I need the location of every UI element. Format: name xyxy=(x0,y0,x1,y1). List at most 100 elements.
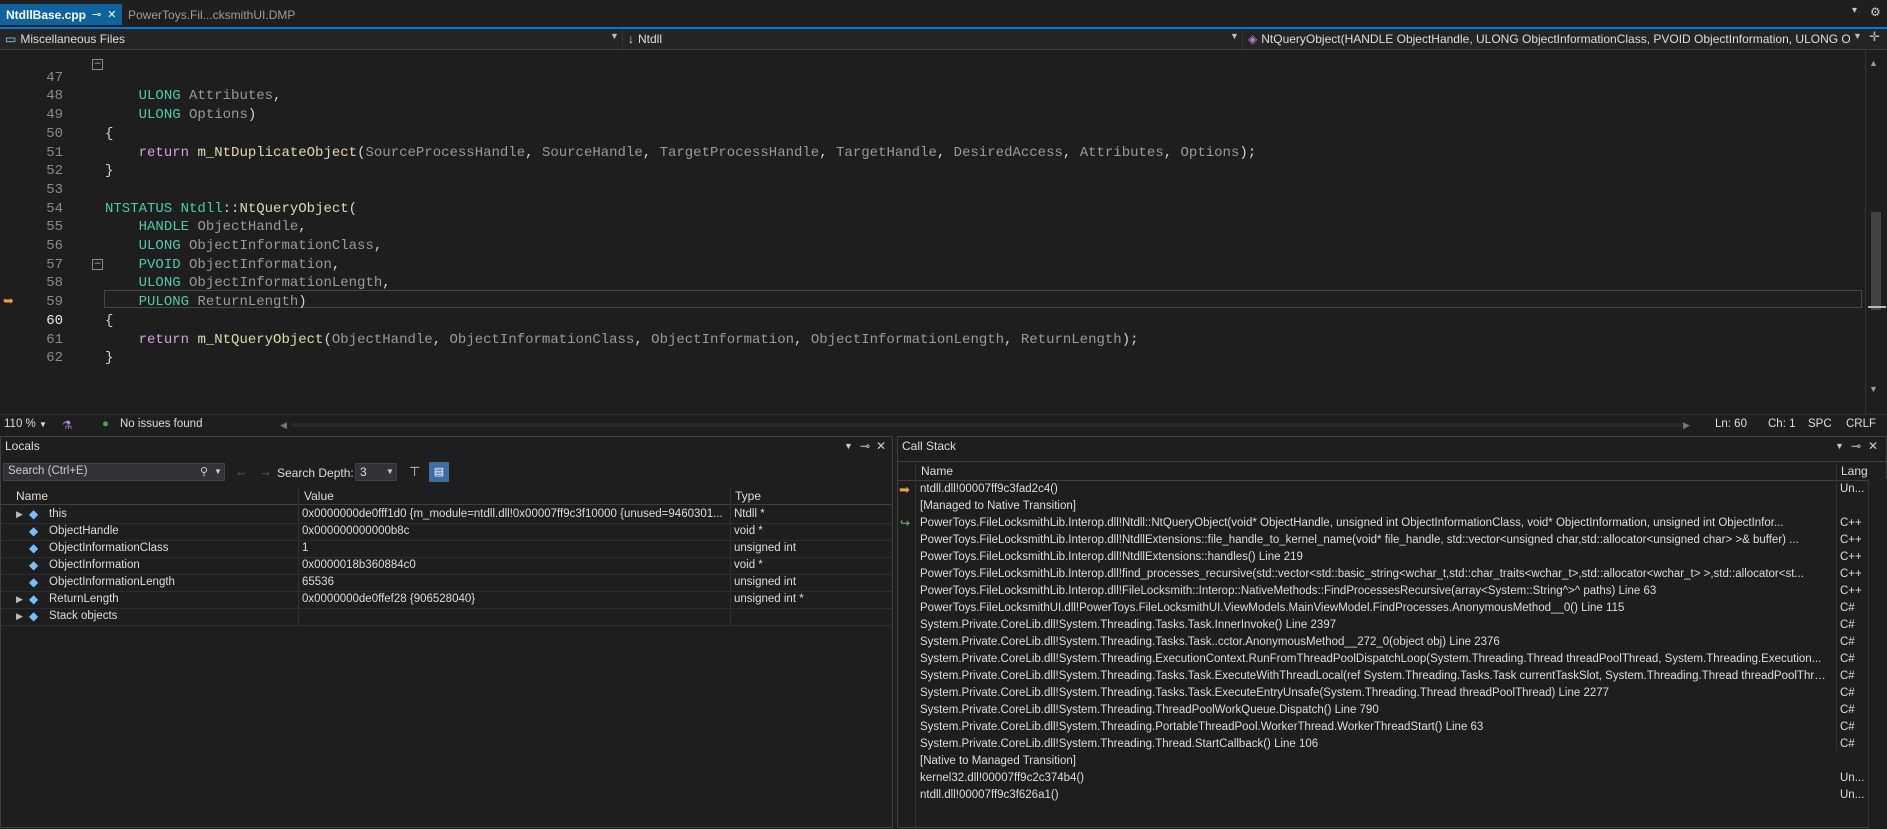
search-icon[interactable]: ⚲ xyxy=(200,465,208,478)
call-stack-frame[interactable]: [Native to Managed Transition] xyxy=(898,753,1868,770)
editor-vertical-scrollbar[interactable]: ▲ ▼ xyxy=(1865,50,1887,414)
call-stack-frame[interactable]: System.Private.CoreLib.dll!System.Thread… xyxy=(898,702,1868,719)
call-stack-frame[interactable]: kernel32.dll!00007ff9c2c374b4() Un... xyxy=(898,770,1868,787)
call-stack-frame[interactable]: System.Private.CoreLib.dll!System.Thread… xyxy=(898,668,1868,685)
search-depth-value: 3 xyxy=(360,465,367,479)
issues-status[interactable]: No issues found xyxy=(120,418,202,430)
project-dropdown[interactable]: ▭ Miscellaneous Files xyxy=(5,30,615,47)
pin-icon[interactable]: ⊸ xyxy=(1851,439,1861,453)
member-dropdown[interactable]: ◈ NtQueryObject(HANDLE ObjectHandle, ULO… xyxy=(1248,30,1850,47)
expand-arrow-icon[interactable]: ▶ xyxy=(16,506,23,523)
editor-horizontal-scrollbar[interactable] xyxy=(292,423,1682,427)
local-value[interactable]: 0x0000018b360884c0 xyxy=(302,557,727,574)
pin-icon[interactable]: ⊸ xyxy=(860,439,870,453)
pin-to-source-icon[interactable]: ⊤ xyxy=(409,464,420,480)
scroll-down-icon[interactable]: ▼ xyxy=(1869,384,1878,394)
scroll-up-icon[interactable]: ▲ xyxy=(1869,58,1878,68)
frame-language: C++ xyxy=(1840,568,1862,580)
window-menu-icon[interactable]: ▼ xyxy=(844,441,853,451)
local-value[interactable]: 0x0000000de0ffef28 {906528040} xyxy=(302,591,727,608)
locals-row[interactable]: ◆ ObjectInformationClass 1 unsigned int xyxy=(1,540,892,558)
call-stack-frame[interactable]: [Managed to Native Transition] xyxy=(898,498,1868,515)
zoom-dropdown[interactable]: 110 % ▼ xyxy=(4,418,47,430)
collapse-icon[interactable]: − xyxy=(92,59,103,70)
window-menu-icon[interactable]: ▼ xyxy=(1835,441,1844,451)
scroll-left-icon[interactable]: ◀ xyxy=(280,420,287,431)
chevron-down-icon[interactable]: ▼ xyxy=(610,31,619,41)
locals-row[interactable]: ◆ ObjectInformationLength 65536 unsigned in… xyxy=(1,574,892,592)
pin-icon[interactable]: ⊸ xyxy=(92,8,101,21)
tab-ntdllbase[interactable]: NtdllBase.cpp ⊸ ✕ xyxy=(0,4,123,25)
call-stack-frame[interactable]: PowerToys.FileLocksmithLib.Interop.dll!F… xyxy=(898,583,1868,600)
expand-arrow-icon[interactable]: ▶ xyxy=(16,591,23,608)
whitespace-indicator[interactable]: SPC xyxy=(1808,418,1832,430)
search-input[interactable]: Search (Ctrl+E) xyxy=(8,465,88,477)
close-icon[interactable]: ✕ xyxy=(1868,439,1878,453)
search-depth-dropdown[interactable]: 3 ▼ xyxy=(355,463,397,481)
code-line: 58 PULONG ReturnLength) xyxy=(0,256,1860,310)
call-stack-frame[interactable]: ➡ ntdll.dll!00007ff9c3fad2c4() Un... xyxy=(898,481,1868,498)
intellicode-icon[interactable]: ⚗ xyxy=(62,418,72,432)
line-number: 62 xyxy=(46,350,63,367)
scrollbar-thumb[interactable] xyxy=(1871,212,1881,310)
frame-language: C# xyxy=(1840,670,1855,682)
settings-gear-icon[interactable]: ⚙ xyxy=(1870,5,1881,19)
call-stack-frame[interactable]: PowerToys.FileLocksmithLib.Interop.dll!f… xyxy=(898,566,1868,583)
frame-language: C# xyxy=(1840,738,1855,750)
local-name: ObjectInformationClass xyxy=(49,542,169,554)
call-stack-frame[interactable]: System.Private.CoreLib.dll!System.Thread… xyxy=(898,651,1868,668)
close-icon[interactable]: ✕ xyxy=(876,439,886,453)
call-stack-frame[interactable]: PowerToys.FileLocksmithUI.dll!PowerToys.… xyxy=(898,600,1868,617)
code-editor[interactable]: 47 ULONG Attributes, 48 ULONG Options) 4… xyxy=(0,50,1887,414)
split-window-icon[interactable]: ✛ xyxy=(1869,29,1880,45)
hex-display-toggle-icon[interactable]: ▤ xyxy=(429,462,449,482)
search-next-icon[interactable]: → xyxy=(259,464,272,479)
line-ending-indicator[interactable]: CRLF xyxy=(1846,418,1876,430)
search-previous-icon[interactable]: ← xyxy=(235,464,248,479)
locals-row[interactable]: ▶ ◆ ReturnLength 0x0000000de0ffef28 {906528… xyxy=(1,591,892,609)
call-stack-frame[interactable]: System.Private.CoreLib.dll!System.Thread… xyxy=(898,634,1868,651)
chevron-down-icon[interactable]: ▼ xyxy=(1230,31,1239,41)
column-header-name[interactable]: Name xyxy=(16,489,48,503)
code-line: 51 } xyxy=(0,125,1860,180)
local-value[interactable]: 65536 xyxy=(302,574,727,591)
call-stack-frame[interactable]: PowerToys.FileLocksmithLib.Interop.dll!N… xyxy=(898,532,1868,549)
call-stack-vertical-scrollbar[interactable] xyxy=(1868,479,1887,829)
locals-row[interactable]: ◆ ObjectHandle 0x000000000000b8c void * xyxy=(1,523,892,541)
line-indicator[interactable]: Ln: 60 xyxy=(1715,418,1747,430)
locals-title: Locals xyxy=(5,439,40,453)
locals-row[interactable]: ▶ ◆ this 0x0000000de0fff1d0 {m_module=ntdll… xyxy=(1,506,892,524)
column-header-name[interactable]: Name xyxy=(921,464,953,478)
call-stack-frame[interactable]: System.Private.CoreLib.dll!System.Thread… xyxy=(898,736,1868,753)
chevron-down-icon[interactable]: ▼ xyxy=(1853,31,1862,41)
column-header-value[interactable]: Value xyxy=(304,489,334,503)
local-value[interactable]: 1 xyxy=(302,540,727,557)
frame-name: System.Private.CoreLib.dll!System.Thread… xyxy=(920,721,1484,733)
call-stack-frame[interactable]: PowerToys.FileLocksmithLib.Interop.dll!N… xyxy=(898,549,1868,566)
call-stack-frame[interactable]: System.Private.CoreLib.dll!System.Thread… xyxy=(898,719,1868,736)
local-value[interactable]: 0x0000000de0fff1d0 {m_module=ntdll.dll!0… xyxy=(302,506,727,523)
tab-dump-file[interactable]: PowerToys.Fil...cksmithUI.DMP xyxy=(122,4,301,25)
call-stack-frame[interactable]: System.Private.CoreLib.dll!System.Thread… xyxy=(898,685,1868,702)
locals-row[interactable]: ◆ ObjectInformation 0x0000018b360884c0 void… xyxy=(1,557,892,575)
local-value[interactable]: 0x000000000000b8c xyxy=(302,523,727,540)
column-header-language[interactable]: Lang xyxy=(1841,464,1868,478)
scope-dropdown[interactable]: ↓ Ntdll xyxy=(628,30,1228,47)
code-line: 52 xyxy=(0,144,1860,179)
chevron-down-icon[interactable]: ▼ xyxy=(214,467,222,476)
frame-language: C# xyxy=(1840,636,1855,648)
column-indicator[interactable]: Ch: 1 xyxy=(1768,418,1796,430)
frame-name: System.Private.CoreLib.dll!System.Thread… xyxy=(920,670,1832,682)
call-stack-frame[interactable]: System.Private.CoreLib.dll!System.Thread… xyxy=(898,617,1868,634)
column-header-type[interactable]: Type xyxy=(735,489,761,503)
close-icon[interactable]: ✕ xyxy=(107,8,116,21)
collapse-icon[interactable]: − xyxy=(92,259,103,270)
frame-name: PowerToys.FileLocksmithLib.Interop.dll!N… xyxy=(920,551,1303,563)
expand-arrow-icon[interactable]: ▶ xyxy=(16,608,23,625)
locals-search-box[interactable]: Search (Ctrl+E) ⚲ ▼ xyxy=(3,463,225,481)
call-stack-frame[interactable]: ntdll.dll!00007ff9c3f626a1() Un... xyxy=(898,787,1868,804)
tab-list-dropdown-icon[interactable]: ▾ xyxy=(1852,5,1857,16)
call-stack-frame[interactable]: ↪ PowerToys.FileLocksmithLib.Interop.dll!… xyxy=(898,515,1868,532)
locals-row[interactable]: ▶ ◆ Stack objects xyxy=(1,608,892,626)
scroll-right-icon[interactable]: ▶ xyxy=(1683,420,1690,431)
